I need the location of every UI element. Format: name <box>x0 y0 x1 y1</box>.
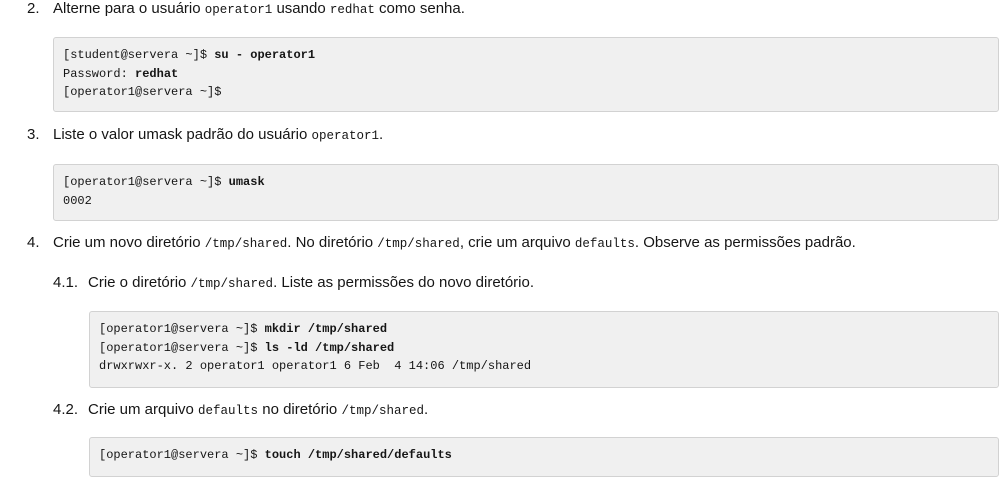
code-line: [operator1@servera ~]$ umask <box>63 175 265 189</box>
code-line: [student@servera ~]$ su - operator1 <box>63 48 316 62</box>
step-number: 4.2. <box>53 401 79 418</box>
code-block-step-4-2: [operator1@servera ~]$ touch /tmp/shared… <box>89 437 999 477</box>
code-line: [operator1@servera ~]$ <box>63 85 222 100</box>
code-block-step-3: [operator1@servera ~]$ umask 0002 <box>53 164 999 221</box>
code-line: Password: redhat <box>63 66 179 81</box>
step-text: Crie um novo diretório /tmp/shared. No d… <box>53 234 856 251</box>
step-number: 4.1. <box>53 274 79 291</box>
code-line: [operator1@servera ~]$ ls -ld /tmp/share… <box>99 340 395 355</box>
step-number: 4. <box>27 234 40 251</box>
code-line: drwxrwxr-x. 2 operator1 operator1 6 Feb … <box>99 359 532 374</box>
code-line: 0002 <box>63 193 92 208</box>
code-line: [operator1@servera ~]$ touch /tmp/shared… <box>99 448 452 462</box>
code-block-step-4-1: [operator1@servera ~]$ mkdir /tmp/shared… <box>89 311 999 388</box>
step-text: Liste o valor umask padrão do usuário op… <box>53 126 384 143</box>
step-number: 3. <box>27 126 40 143</box>
code-block-step-2: [student@servera ~]$ su - operator1 Pass… <box>53 37 999 112</box>
step-text: Crie um arquivo defaults no diretório /t… <box>88 401 429 418</box>
step-text: Crie o diretório /tmp/shared. Liste as p… <box>88 274 535 291</box>
step-number: 2. <box>27 0 40 17</box>
code-line: [operator1@servera ~]$ mkdir /tmp/shared <box>99 322 388 336</box>
step-text: Alterne para o usuário operator1 usando … <box>53 0 465 17</box>
